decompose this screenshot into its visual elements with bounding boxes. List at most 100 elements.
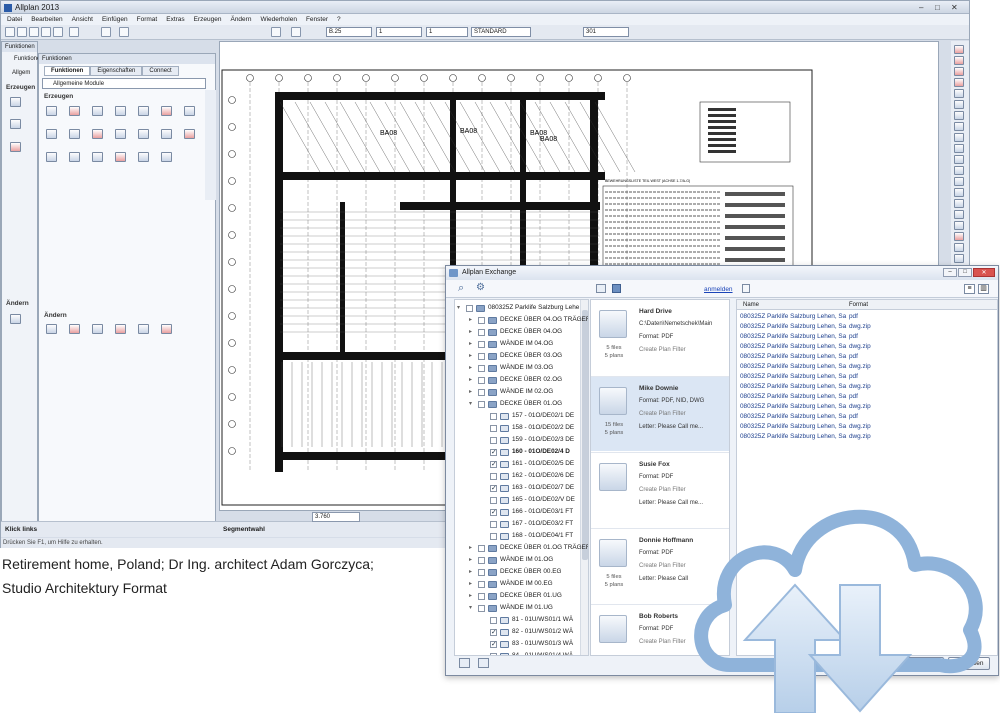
tree-node[interactable]: 83 - 01U/WS01/3 WÄ: [481, 638, 573, 651]
file-name[interactable]: 080325Z Parklife Salzburg Lehen, Sa: [740, 332, 846, 342]
menu-item[interactable]: Ändern: [230, 16, 251, 23]
tree-checkbox[interactable]: [490, 627, 497, 639]
expand-toggle-icon[interactable]: ▸: [469, 362, 475, 374]
tree-checkbox[interactable]: [490, 520, 497, 528]
tree-node[interactable]: ▸ DECKE ÜBER 04.OG: [469, 326, 562, 338]
right-tool-icon[interactable]: [954, 177, 964, 186]
right-tool-icon[interactable]: [954, 111, 964, 120]
right-tool-icon[interactable]: [954, 56, 964, 65]
tree-checkbox[interactable]: [490, 507, 497, 519]
tree-node[interactable]: ▸ DECKE ÜBER 01.UG: [469, 590, 562, 602]
expand-toggle-icon[interactable]: ▸: [469, 554, 475, 566]
tree-node[interactable]: ▸ DECKE ÜBER 00.EG: [469, 566, 561, 578]
create-tool-icon[interactable]: [46, 152, 57, 162]
expand-toggle-icon[interactable]: ▸: [469, 374, 475, 386]
tree-scroll-thumb[interactable]: [582, 310, 588, 560]
tree-node[interactable]: ▸ DECKE ÜBER 04.OG TRÄGER: [469, 314, 588, 326]
right-tool-icon[interactable]: [954, 67, 964, 76]
right-tool-icon[interactable]: [954, 133, 964, 142]
right-tool-icon[interactable]: [954, 100, 964, 109]
right-tool-icon[interactable]: [954, 210, 964, 219]
tree-checkbox[interactable]: [478, 568, 485, 576]
expand-toggle-icon[interactable]: ▾: [457, 302, 463, 314]
tree-checkbox[interactable]: [490, 447, 497, 459]
color-select[interactable]: 1: [426, 27, 468, 37]
tree-checkbox[interactable]: [490, 472, 497, 480]
tree-checkbox[interactable]: [478, 604, 485, 612]
file-name[interactable]: 080325Z Parklife Salzburg Lehen, Sa: [740, 372, 846, 382]
add-contact-icon[interactable]: [478, 658, 489, 668]
create-tool-icon[interactable]: [184, 106, 195, 116]
right-tool-icon[interactable]: [954, 232, 964, 241]
module-select[interactable]: Allgemeine Module: [42, 78, 206, 89]
expand-toggle-icon[interactable]: ▾: [469, 398, 475, 410]
dialog-close-icon[interactable]: ✕: [973, 268, 995, 277]
tree-checkbox[interactable]: [490, 652, 497, 655]
create-tool-icon[interactable]: [69, 129, 80, 139]
tree-checkbox[interactable]: [490, 496, 497, 504]
layer-select[interactable]: STANDARD: [471, 27, 531, 37]
menu-item[interactable]: Einfügen: [102, 16, 128, 23]
scale-input[interactable]: 3.760: [312, 512, 360, 522]
expand-toggle-icon[interactable]: ▸: [469, 590, 475, 602]
create-tool-icon[interactable]: [184, 129, 195, 139]
file-name[interactable]: 080325Z Parklife Salzburg Lehen, Sa: [740, 402, 846, 412]
tree-node[interactable]: 158 - 01O/DE02/2 DE: [481, 422, 574, 434]
tree-checkbox[interactable]: [478, 328, 485, 336]
expand-toggle-icon[interactable]: ▸: [469, 314, 475, 326]
tree-checkbox[interactable]: [490, 436, 497, 444]
file-name[interactable]: 080325Z Parklife Salzburg Lehen, Sa: [740, 322, 846, 332]
right-tool-icon[interactable]: [954, 243, 964, 252]
tree-node[interactable]: 157 - 01O/DE02/1 DE: [481, 410, 574, 422]
side-tab-allgem[interactable]: Allgem: [12, 70, 30, 76]
add-location-icon[interactable]: [459, 658, 470, 668]
new-icon[interactable]: [5, 27, 15, 37]
undo-icon[interactable]: [101, 27, 111, 37]
menu-item[interactable]: Extras: [166, 16, 184, 23]
peer-card[interactable]: Hard Drive C:\Daten\Nemetschek\Main Format…: [591, 300, 729, 375]
expand-toggle-icon[interactable]: ▸: [469, 542, 475, 554]
minimize-icon[interactable]: –: [919, 3, 923, 12]
tree-node[interactable]: 160 - 01O/DE02/4 D: [481, 446, 570, 459]
file-name[interactable]: 080325Z Parklife Salzburg Lehen, Sa: [740, 422, 846, 432]
create-tool-icon[interactable]: [138, 129, 149, 139]
right-tool-icon[interactable]: [954, 221, 964, 230]
right-tool-icon[interactable]: [954, 199, 964, 208]
filter-icon[interactable]: ⚙: [476, 282, 485, 293]
file-name[interactable]: 080325Z Parklife Salzburg Lehen, Sa: [740, 342, 846, 352]
tree-node[interactable]: ▸ DECKE ÜBER 03.OG: [469, 350, 562, 362]
tree-scrollbar[interactable]: [580, 300, 588, 655]
open-icon[interactable]: [17, 27, 27, 37]
menu-item[interactable]: Erzeugen: [194, 16, 222, 23]
tree-checkbox[interactable]: [478, 400, 485, 408]
tree-checkbox[interactable]: [490, 483, 497, 495]
create-tool-icon[interactable]: [46, 106, 57, 116]
column-format-header[interactable]: Format: [849, 300, 868, 310]
menu-item[interactable]: Datei: [7, 16, 22, 23]
tool-icon[interactable]: [10, 97, 21, 107]
palette-tab[interactable]: Eigenschaften: [90, 66, 143, 76]
close-icon[interactable]: ✕: [951, 3, 958, 12]
right-tool-icon[interactable]: [954, 89, 964, 98]
line-select[interactable]: 1: [376, 27, 422, 37]
file-name[interactable]: 080325Z Parklife Salzburg Lehen, Sa: [740, 312, 846, 322]
create-tool-icon[interactable]: [138, 152, 149, 162]
modify-tool-icon[interactable]: [46, 324, 57, 334]
tree-node[interactable]: ▾ DECKE ÜBER 01.OG: [469, 398, 562, 410]
tree-checkbox[interactable]: [478, 544, 485, 552]
pen-select[interactable]: B.25: [326, 27, 372, 37]
tree-node[interactable]: 165 - 01O/DE02/V DE: [481, 494, 575, 506]
tree-node[interactable]: 166 - 01O/DE03/1 FT: [481, 506, 573, 519]
expand-toggle-icon[interactable]: ▸: [469, 338, 475, 350]
tree-node[interactable]: ▸ WÄNDE IM 00.EG: [469, 578, 553, 590]
right-tool-icon[interactable]: [954, 188, 964, 197]
search-icon[interactable]: ⌕: [458, 282, 464, 295]
dialog-minimize-icon[interactable]: –: [943, 268, 957, 277]
right-tool-icon[interactable]: [954, 166, 964, 175]
tree-checkbox[interactable]: [478, 352, 485, 360]
tree-checkbox[interactable]: [490, 424, 497, 432]
file-name[interactable]: 080325Z Parklife Salzburg Lehen, Sa: [740, 412, 846, 422]
tree-node[interactable]: ▸ WÄNDE IM 03.OG: [469, 362, 553, 374]
tree-checkbox[interactable]: [478, 388, 485, 396]
tree-node[interactable]: 159 - 01O/DE02/3 DE: [481, 434, 574, 446]
